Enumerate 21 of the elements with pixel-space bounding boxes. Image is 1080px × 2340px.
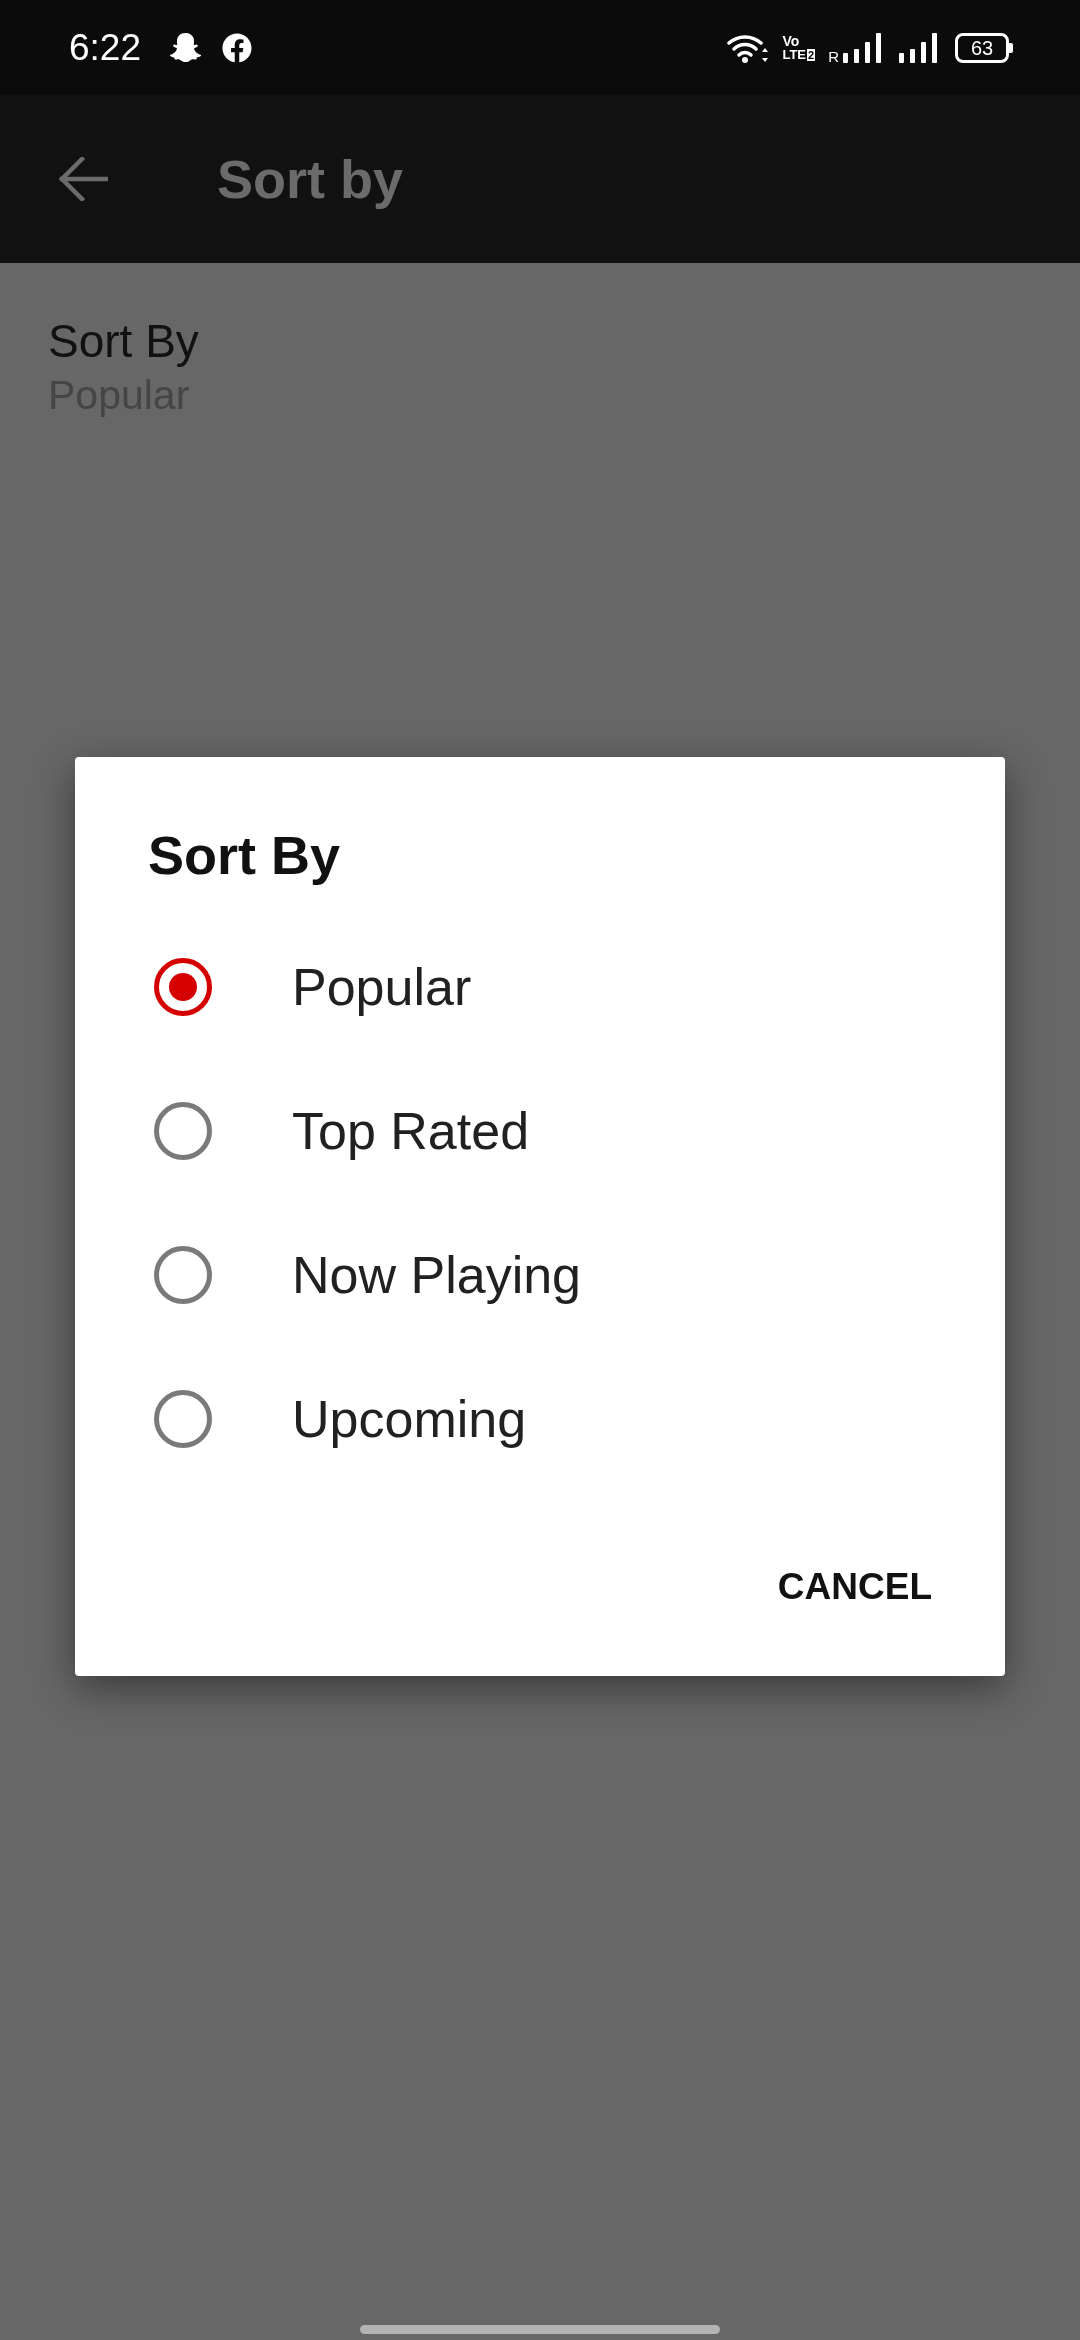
facebook-icon	[222, 32, 252, 63]
option-label[interactable]: Top Rated	[292, 1100, 530, 1162]
radio-button[interactable]	[154, 1102, 212, 1160]
option-label[interactable]: Upcoming	[292, 1388, 527, 1450]
signal-icon	[899, 32, 938, 63]
cancel-button[interactable]: CANCEL	[761, 1538, 948, 1634]
ghost-icon	[169, 32, 202, 63]
wifi-icon	[727, 32, 770, 63]
option-label[interactable]: Now Playing	[292, 1244, 582, 1306]
volte-indicator: Vo LTE2	[782, 33, 816, 62]
arrow-left-icon	[58, 157, 108, 201]
option-label[interactable]: Popular	[292, 956, 472, 1018]
radio-button[interactable]	[154, 958, 212, 1016]
signal-icon	[843, 32, 882, 63]
radio-button[interactable]	[154, 1390, 212, 1448]
roaming-label: R	[828, 49, 839, 64]
setting-title: Sort By	[48, 314, 199, 369]
battery-indicator: 63	[955, 32, 1013, 63]
dialog-title: Sort By	[148, 824, 341, 887]
radio-button[interactable]	[154, 1246, 212, 1304]
status-time: 6:22	[69, 29, 141, 66]
